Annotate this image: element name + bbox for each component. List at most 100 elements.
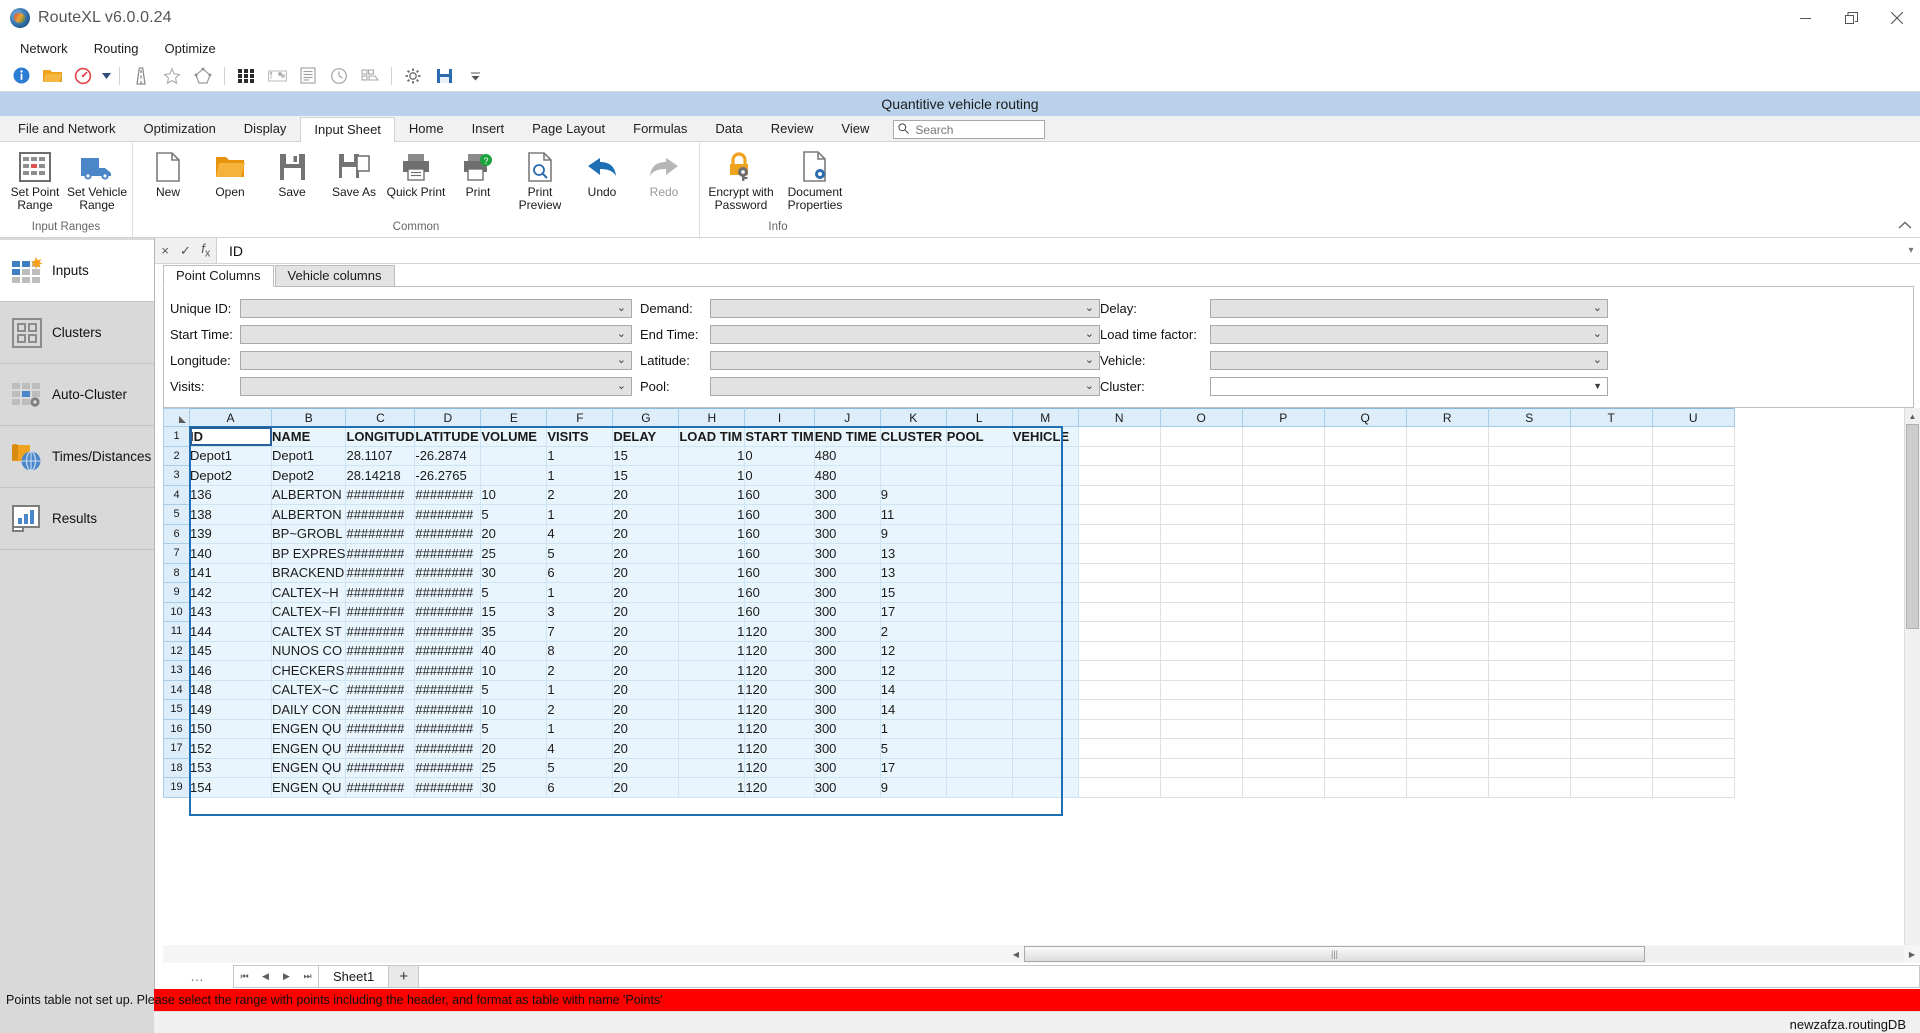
scroll-up-icon[interactable]: ▲	[1905, 408, 1920, 424]
table-cell[interactable]	[946, 680, 1013, 700]
empty-cell[interactable]	[1078, 485, 1161, 505]
table-cell[interactable]: 2	[880, 621, 947, 642]
table-cell[interactable]	[1012, 680, 1079, 700]
table-cell[interactable]: ########	[345, 602, 416, 622]
empty-cell[interactable]	[1324, 504, 1407, 525]
scroll-left-icon[interactable]: ◀	[1008, 946, 1024, 962]
row-header[interactable]: 9	[163, 582, 190, 603]
table-cell[interactable]: 60	[744, 485, 815, 505]
table-cell[interactable]	[1012, 543, 1079, 564]
quick-print-button[interactable]: Quick Print	[385, 144, 447, 218]
table-cell[interactable]: 1	[678, 602, 746, 622]
header-cell[interactable]: LATITUDE	[414, 426, 482, 447]
empty-cell[interactable]	[1570, 699, 1653, 720]
empty-cell[interactable]	[1488, 524, 1571, 544]
empty-cell[interactable]	[1652, 621, 1735, 642]
table-cell[interactable]: 120	[744, 680, 815, 700]
table-cell[interactable]: 10	[480, 699, 548, 720]
tab-input-sheet[interactable]: Input Sheet	[300, 117, 395, 142]
empty-cell[interactable]	[1570, 680, 1653, 700]
table-cell[interactable]: 1	[678, 758, 746, 778]
column-header-j[interactable]: J	[813, 408, 881, 427]
table-cell[interactable]: 1	[678, 738, 746, 759]
empty-cell[interactable]	[1078, 504, 1161, 525]
empty-cell[interactable]	[1078, 758, 1161, 778]
polygon-icon[interactable]	[188, 62, 218, 90]
empty-cell[interactable]	[1324, 641, 1407, 661]
load-time-factor-select[interactable]: ⌄	[1210, 324, 1608, 344]
column-header-c[interactable]: C	[345, 408, 416, 427]
header-cell[interactable]: NAME	[271, 426, 347, 447]
cluster-dropdown[interactable]: ▼	[1210, 376, 1608, 396]
empty-cell[interactable]	[1652, 582, 1735, 603]
table-cell[interactable]: 20	[612, 524, 680, 544]
table-cell[interactable]: 20	[480, 524, 548, 544]
empty-cell[interactable]	[1160, 504, 1243, 525]
table-cell[interactable]: ########	[345, 660, 416, 681]
table-cell[interactable]: 136	[189, 485, 272, 505]
table-cell[interactable]: ENGEN QU	[271, 719, 347, 739]
empty-cell[interactable]	[1324, 543, 1407, 564]
empty-cell[interactable]	[1570, 621, 1653, 642]
empty-cell[interactable]	[1160, 426, 1243, 447]
empty-cell[interactable]	[1488, 504, 1571, 525]
table-cell[interactable]: CALTEX~C	[271, 680, 347, 700]
empty-cell[interactable]	[1242, 777, 1325, 798]
expand-formula-bar-icon[interactable]: ▾	[1902, 238, 1920, 263]
table-cell[interactable]: 300	[814, 738, 881, 759]
table-cell[interactable]	[1012, 738, 1079, 759]
table-cell[interactable]: BP~GROBL	[271, 524, 347, 544]
table-cell[interactable]: 300	[814, 680, 881, 700]
table-cell[interactable]	[1012, 563, 1079, 583]
vertical-scroll-thumb[interactable]	[1906, 424, 1919, 629]
tab-formulas[interactable]: Formulas	[619, 116, 701, 141]
table-cell[interactable]: 300	[814, 777, 881, 798]
empty-cell[interactable]	[1242, 680, 1325, 700]
table-cell[interactable]: 1	[678, 465, 746, 486]
table-cell[interactable]: 1	[546, 504, 614, 525]
table-cell[interactable]: 1	[678, 446, 746, 466]
table-cell[interactable]: 300	[814, 485, 881, 505]
tab-home[interactable]: Home	[395, 116, 458, 141]
empty-cell[interactable]	[1242, 641, 1325, 661]
column-header-g[interactable]: G	[612, 408, 680, 427]
empty-cell[interactable]	[1570, 602, 1653, 622]
table-cell[interactable]: 4	[546, 524, 614, 544]
table-cell[interactable]: 0	[744, 446, 815, 466]
table-cell[interactable]	[946, 582, 1013, 603]
table-cell[interactable]: 480	[814, 465, 881, 486]
empty-cell[interactable]	[1160, 621, 1243, 642]
table-cell[interactable]: 5	[546, 758, 614, 778]
document-list-icon[interactable]	[293, 62, 323, 90]
table-cell[interactable]: 5	[480, 582, 548, 603]
table-cell[interactable]: 12	[880, 641, 947, 661]
table-cell[interactable]: 145	[189, 641, 272, 661]
encrypt-with-password-button[interactable]: Encrypt with Password	[704, 144, 778, 218]
table-cell[interactable]: 1	[678, 680, 746, 700]
table-cell[interactable]	[946, 699, 1013, 720]
horizontal-scroll-track[interactable]: |||	[1024, 946, 1904, 962]
settings-gear-icon[interactable]	[398, 62, 428, 90]
header-cell[interactable]: POOL	[946, 426, 1013, 447]
empty-cell[interactable]	[1324, 777, 1407, 798]
table-cell[interactable]: 143	[189, 602, 272, 622]
table-cell[interactable]	[1012, 524, 1079, 544]
empty-cell[interactable]	[1160, 719, 1243, 739]
empty-cell[interactable]	[1570, 485, 1653, 505]
row-header[interactable]: 3	[163, 465, 190, 486]
empty-cell[interactable]	[1160, 641, 1243, 661]
empty-cell[interactable]	[1570, 563, 1653, 583]
table-cell[interactable]: 15	[880, 582, 947, 603]
empty-cell[interactable]	[1324, 524, 1407, 544]
table-cell[interactable]: 20	[612, 504, 680, 525]
empty-cell[interactable]	[1488, 485, 1571, 505]
last-sheet-icon[interactable]: ⏭	[297, 966, 318, 987]
tab-vehicle-columns[interactable]: Vehicle columns	[274, 265, 395, 286]
column-header-l[interactable]: L	[945, 408, 1013, 427]
empty-cell[interactable]	[1324, 719, 1407, 739]
empty-cell[interactable]	[1242, 719, 1325, 739]
tab-optimization[interactable]: Optimization	[130, 116, 230, 141]
table-cell[interactable]: 15	[612, 465, 680, 486]
table-cell[interactable]: 5	[546, 543, 614, 564]
empty-cell[interactable]	[1406, 465, 1489, 486]
